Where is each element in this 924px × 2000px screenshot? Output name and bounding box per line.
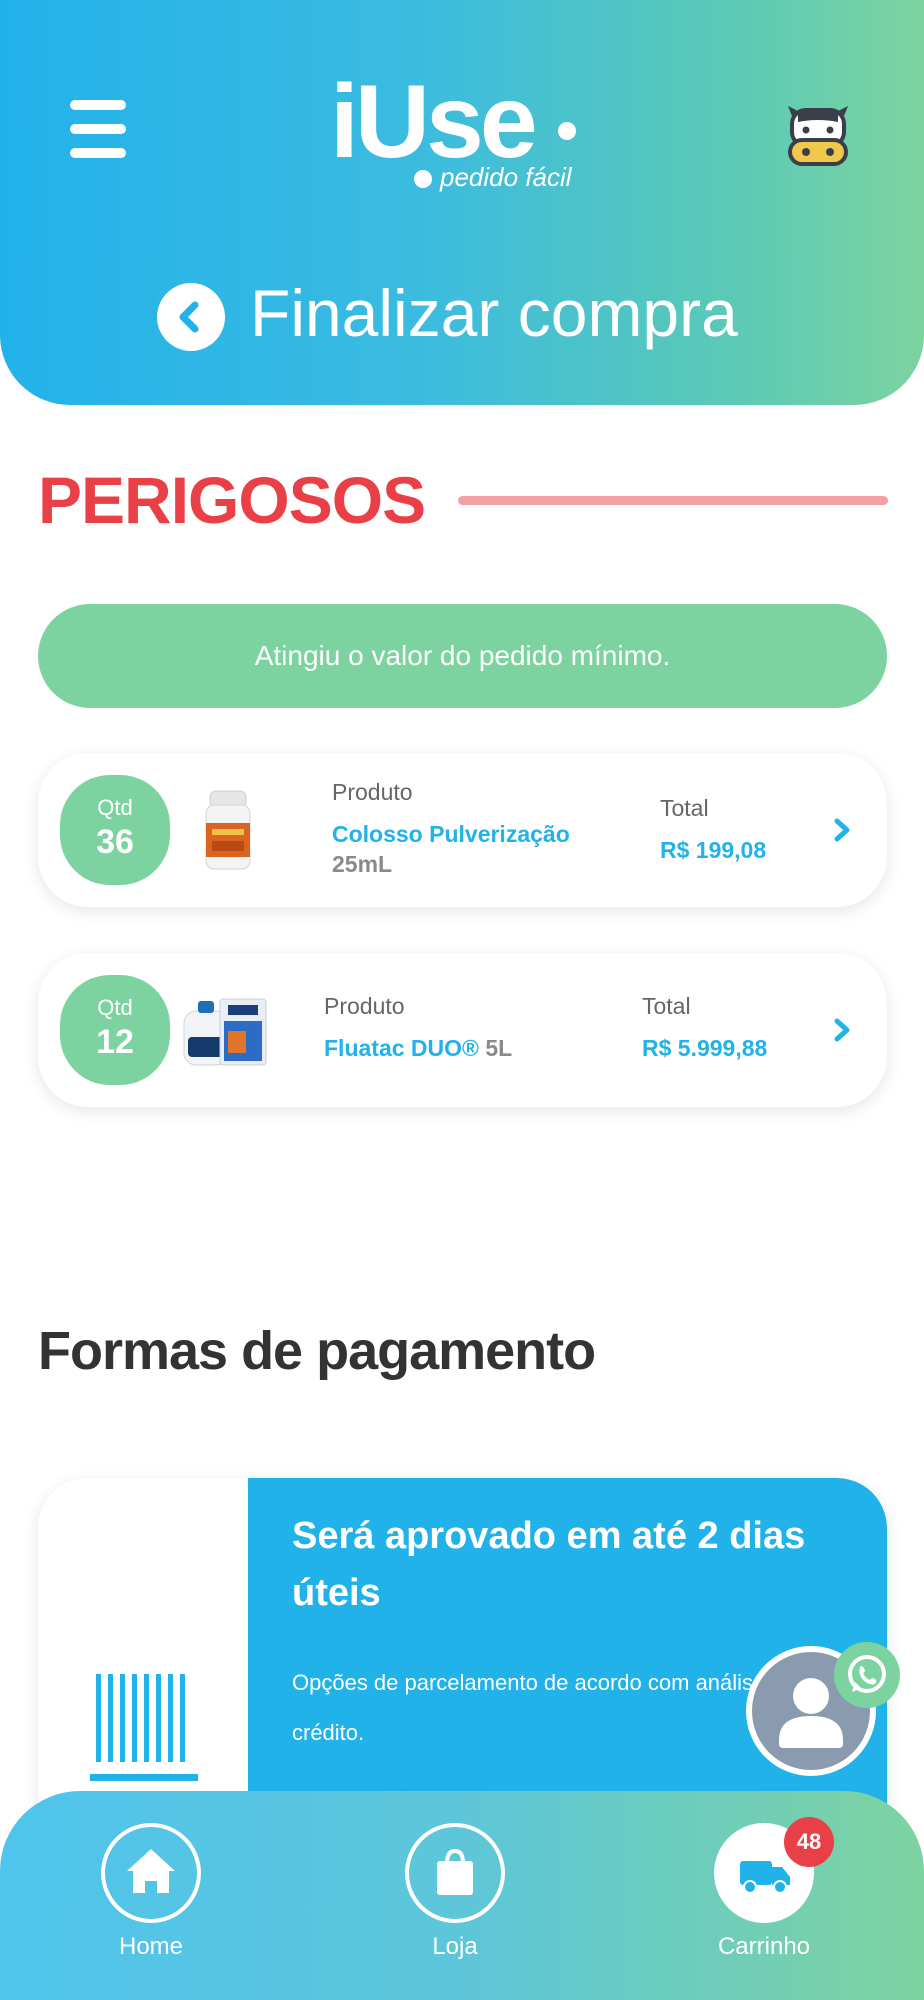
product-label: Produto <box>332 779 413 805</box>
whatsapp-button[interactable] <box>834 1642 900 1708</box>
quantity-badge: Qtd 12 <box>60 975 170 1085</box>
whatsapp-icon <box>848 1655 886 1693</box>
payment-option-title: Será aprovado em até 2 dias úteis <box>292 1515 806 1614</box>
logo-bullet <box>414 170 432 188</box>
minimum-order-notice: Atingiu o valor do pedido mínimo. <box>38 604 887 708</box>
home-button[interactable] <box>101 1823 201 1923</box>
page-title: Finalizar compra <box>250 276 738 350</box>
nav-cart[interactable]: 48 Carrinho <box>684 1817 844 1961</box>
menu-icon[interactable] <box>70 100 126 158</box>
logo-subtitle: pedido fácil <box>440 162 572 192</box>
chevron-right-icon[interactable] <box>831 1017 853 1043</box>
shopping-bag-icon <box>437 1848 473 1895</box>
quantity-label: Qtd <box>97 795 133 820</box>
product-image-package <box>183 998 267 1066</box>
total-value: R$ 5.999,88 <box>642 1035 768 1061</box>
quantity-badge: Qtd 36 <box>60 775 170 885</box>
barcode-icon <box>90 1674 198 1781</box>
payment-section-title: Formas de pagamento <box>38 1321 596 1381</box>
logo-dot <box>558 122 576 140</box>
section-title: PERIGOSOS <box>38 463 426 537</box>
logo: iUse pedido fácil <box>330 64 590 192</box>
nav-shop[interactable]: Loja <box>375 1823 535 1961</box>
product-image-bottle <box>205 790 251 870</box>
product-size: 5L <box>485 1035 513 1061</box>
cow-icon[interactable] <box>786 102 850 168</box>
nav-shop-label: Loja <box>432 1933 478 1960</box>
logo-text: iUse <box>330 64 538 180</box>
total-label: Total <box>642 993 691 1019</box>
product-name: Fluatac DUO® <box>324 1035 479 1061</box>
product-size: 25mL <box>332 851 393 877</box>
quantity-value: 36 <box>96 823 134 861</box>
back-button[interactable] <box>157 283 225 351</box>
chevron-right-icon[interactable] <box>831 817 853 843</box>
home-icon <box>127 1849 175 1893</box>
back-arrow-icon <box>179 301 199 333</box>
product-name-line: Fluatac DUO® 5L <box>324 1035 512 1062</box>
product-label: Produto <box>324 993 405 1019</box>
product-card[interactable]: Qtd 12 Produto Fluatac DUO® 5L Total R$ … <box>38 953 887 1107</box>
cart-count-badge: 48 <box>784 1817 834 1867</box>
bottom-navigation: Home Loja 48 Carrinho <box>0 1791 924 2000</box>
nav-cart-label: Carrinho <box>717 1933 811 1960</box>
shop-button[interactable] <box>405 1823 505 1923</box>
quantity-value: 12 <box>96 1023 134 1061</box>
total-label: Total <box>660 795 709 821</box>
notice-text: Atingiu o valor do pedido mínimo. <box>254 640 671 671</box>
section-divider <box>458 496 888 505</box>
nav-home[interactable]: Home <box>71 1823 231 1961</box>
quantity-label: Qtd <box>97 995 133 1020</box>
header: iUse pedido fácil Finalizar compra <box>0 0 924 405</box>
nav-home-label: Home <box>118 1933 184 1960</box>
total-value: R$ 199,08 <box>660 837 767 863</box>
product-name: Colosso Pulverização <box>332 821 570 847</box>
product-card[interactable]: Qtd 36 Produto Colosso Pulverização 25mL… <box>38 753 887 907</box>
